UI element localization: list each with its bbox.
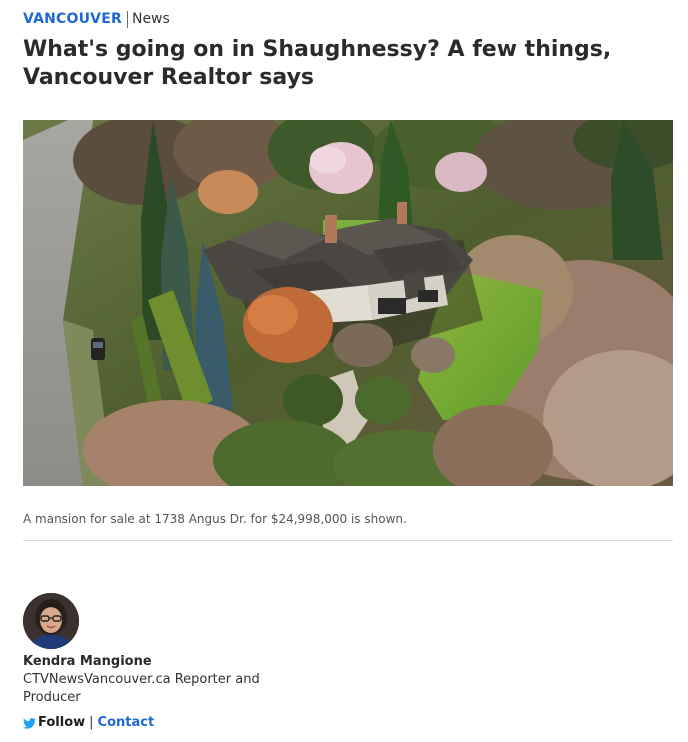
article-headline: What's going on in Shaughnessy? A few th…	[23, 37, 612, 90]
kicker-divider	[126, 10, 128, 28]
author-photo	[23, 593, 79, 649]
follow-link[interactable]: Follow	[38, 714, 85, 732]
author-social-links: Follow | Contact	[23, 714, 154, 732]
social-separator: |	[89, 715, 94, 730]
section-kicker: VANCOUVER News	[23, 10, 170, 28]
hero-image[interactable]	[23, 120, 673, 486]
author-avatar[interactable]	[23, 593, 79, 649]
aerial-mansion-photo	[23, 120, 673, 486]
twitter-icon[interactable]	[23, 717, 36, 729]
caption-divider	[23, 540, 673, 541]
author-title: CTVNewsVancouver.ca Reporter and Produce…	[23, 672, 260, 705]
image-caption: A mansion for sale at 1738 Angus Dr. for…	[23, 512, 407, 526]
contact-link[interactable]: Contact	[98, 714, 155, 732]
author-name[interactable]: Kendra Mangione	[23, 653, 152, 671]
section-link[interactable]: News	[132, 10, 170, 28]
region-link[interactable]: VANCOUVER	[23, 10, 122, 28]
